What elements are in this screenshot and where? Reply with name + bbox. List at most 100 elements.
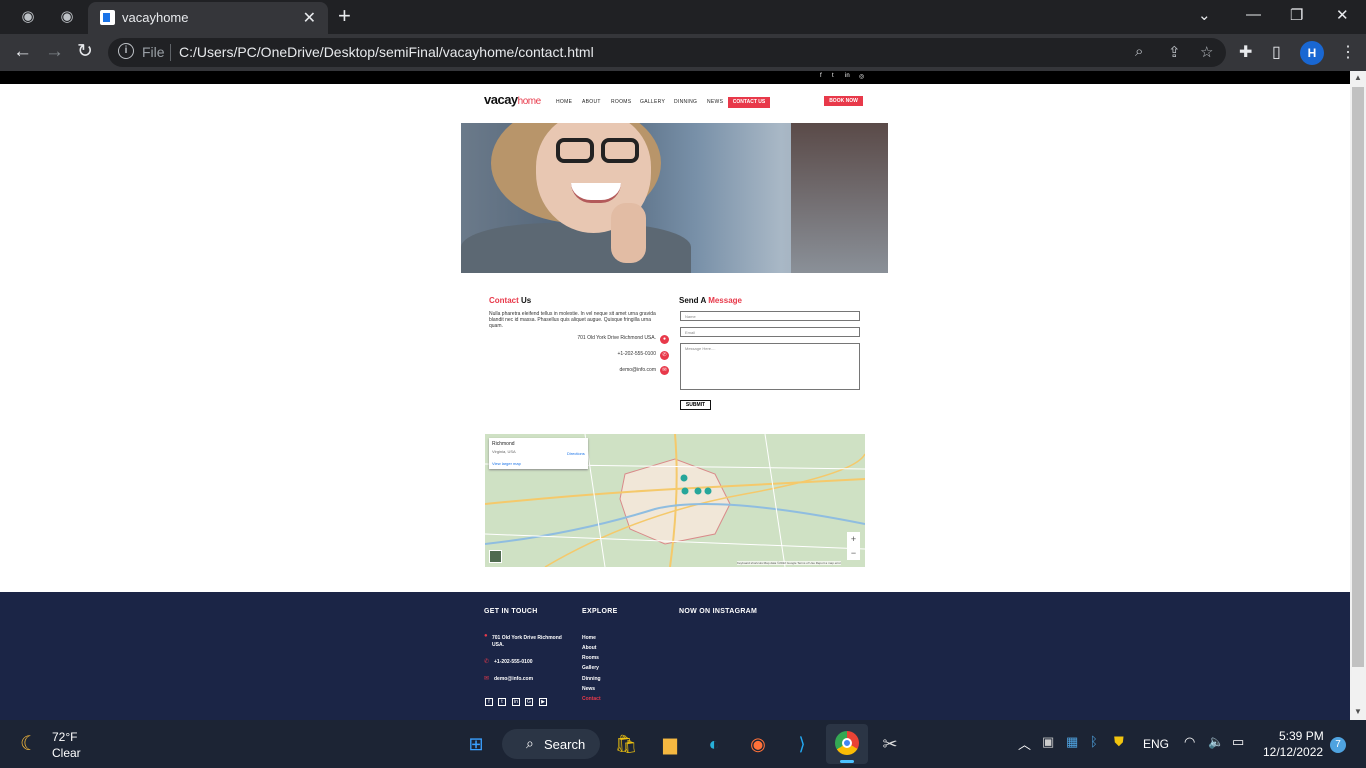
nav-news[interactable]: NEWS [707, 99, 723, 105]
battery-icon[interactable]: ▭ [1232, 734, 1244, 750]
map-pin-icon: ● [660, 335, 669, 344]
scroll-up-icon[interactable]: ▲ [1354, 73, 1362, 82]
tray-app-icon[interactable]: ▣ [1042, 734, 1054, 750]
notification-badge[interactable]: 7 [1330, 737, 1346, 753]
chrome-taskbar-button[interactable] [826, 724, 868, 764]
footer-address: 701 Old York Drive Richmond USA. [492, 635, 562, 648]
edge-icon[interactable]: ◐ [701, 731, 727, 757]
map-place-card: Richmond Virginia, USA View larger map D… [489, 438, 588, 469]
minimize-icon[interactable]: — [1246, 6, 1261, 23]
nav-home[interactable]: HOME [556, 99, 572, 105]
side-panel-icon[interactable]: ▯ [1272, 42, 1281, 62]
site-logo[interactable]: vacayhome [484, 92, 541, 107]
embedded-map[interactable]: Richmond Virginia, USA View larger map D… [485, 434, 865, 567]
page-favicon-icon [100, 10, 115, 25]
zoom-icon[interactable]: ⌕ [1135, 43, 1143, 60]
zoom-out-icon[interactable]: − [847, 546, 860, 560]
moon-weather-icon[interactable]: ☾ [20, 731, 38, 756]
instagram-icon[interactable]: ◎ [859, 73, 864, 80]
windows-start-icon[interactable]: ⊞ [463, 731, 489, 757]
scrollbar-thumb[interactable] [1352, 87, 1364, 667]
reload-icon[interactable]: ↻ [77, 41, 93, 63]
twitter-icon[interactable]: t [832, 73, 834, 79]
profile-avatar[interactable]: H [1300, 41, 1324, 65]
footer-link-dinning[interactable]: Dinning [582, 676, 601, 682]
globe-icon[interactable]: ◉ [18, 7, 38, 27]
view-larger-map-link[interactable]: View larger map [492, 461, 521, 466]
linkedin-icon[interactable]: in [845, 73, 850, 79]
map-attribution[interactable]: Keyboard shortcuts Map data ©2022 Google… [737, 561, 842, 565]
form-heading-rest: Send A [679, 296, 709, 305]
close-tab-icon[interactable]: ✕ [303, 8, 316, 28]
google-icon[interactable]: G [525, 698, 533, 706]
contact-heading-rest: Us [518, 296, 532, 305]
footer-link-gallery[interactable]: Gallery [582, 665, 599, 671]
clock-time[interactable]: 5:39 PM [1279, 729, 1324, 743]
satellite-toggle[interactable] [489, 550, 502, 563]
footer-link-home[interactable]: Home [582, 635, 596, 641]
snipping-tool-icon[interactable]: ✂ [877, 731, 903, 757]
footer-link-rooms[interactable]: Rooms [582, 655, 599, 661]
name-field[interactable]: Name [680, 311, 860, 321]
extensions-icon[interactable]: ✚ [1239, 42, 1252, 62]
facebook-icon[interactable]: f [820, 73, 822, 79]
menu-icon[interactable]: ⋮ [1340, 42, 1356, 62]
book-now-button[interactable]: BOOK NOW [824, 96, 863, 106]
nav-gallery[interactable]: GALLERY [640, 99, 665, 105]
firefox-icon[interactable]: ◉ [745, 731, 771, 757]
twitter-icon[interactable]: t [498, 698, 506, 706]
nav-dinning[interactable]: DINNING [674, 99, 697, 105]
vscode-icon[interactable]: ⟩ [789, 731, 815, 757]
file-explorer-icon[interactable]: ▆ [657, 731, 683, 757]
taskbar-search[interactable]: ⌕ Search [502, 729, 600, 759]
back-icon[interactable]: ← [13, 41, 32, 63]
clock-date[interactable]: 12/12/2022 [1263, 745, 1323, 759]
wifi-icon[interactable]: ◠ [1184, 734, 1195, 750]
weather-condition[interactable]: Clear [52, 746, 81, 760]
footer-link-about[interactable]: About [582, 645, 596, 651]
footer-explore-heading: EXPLORE [582, 608, 618, 615]
bookmark-star-icon[interactable]: ☆ [1200, 43, 1213, 61]
contact-heading: Contact Us [489, 296, 531, 305]
restore-icon[interactable]: ❐ [1290, 6, 1303, 24]
contact-heading-accent: Contact [489, 296, 519, 305]
close-window-icon[interactable]: ✕ [1336, 6, 1349, 24]
chevron-down-icon[interactable]: ⌄ [1198, 6, 1211, 24]
tray-network-app-icon[interactable]: ▦ [1066, 734, 1078, 750]
chevron-up-icon[interactable]: ︿ [1018, 734, 1031, 753]
info-icon[interactable]: i [118, 43, 134, 59]
tab-vacayhome[interactable]: vacayhome ✕ [88, 2, 328, 34]
submit-button[interactable]: SUBMIT [680, 400, 711, 410]
volume-icon[interactable]: 🔈 [1208, 734, 1224, 750]
forward-icon[interactable]: → [45, 41, 64, 63]
tab-title: vacayhome [122, 10, 189, 25]
logo-accent: home [517, 96, 542, 107]
zoom-in-icon[interactable]: + [847, 532, 860, 546]
footer-email: demo@info.com [494, 676, 534, 682]
map-pin-icon: ● [484, 633, 488, 639]
security-icon[interactable]: ⛊ [1114, 734, 1124, 750]
bluetooth-icon[interactable]: ᛒ [1090, 734, 1098, 749]
linkedin-icon[interactable]: in [512, 698, 520, 706]
store-icon[interactable]: 🛍 [613, 731, 639, 757]
address-bar[interactable]: i File C:/Users/PC/OneDrive/Desktop/semi… [108, 38, 1226, 67]
directions-link[interactable]: Directions [567, 451, 585, 456]
globe-icon[interactable]: ◉ [57, 7, 77, 27]
new-tab-icon[interactable]: + [338, 3, 351, 29]
message-field[interactable]: Message Here.... [680, 343, 860, 390]
share-icon[interactable]: ⇪ [1168, 43, 1181, 61]
email-field[interactable]: Email [680, 327, 860, 337]
nav-rooms[interactable]: ROOMS [611, 99, 631, 105]
page-scrollbar[interactable]: ▲ ▼ [1350, 71, 1366, 720]
url-text[interactable]: C:/Users/PC/OneDrive/Desktop/semiFinal/v… [179, 44, 594, 60]
nav-about[interactable]: ABOUT [582, 99, 601, 105]
weather-temperature[interactable]: 72°F [52, 730, 77, 744]
language-indicator[interactable]: ENG [1143, 737, 1169, 751]
scroll-down-icon[interactable]: ▼ [1354, 707, 1362, 716]
nav-contact-us[interactable]: CONTACT US [728, 97, 770, 108]
facebook-icon[interactable]: f [485, 698, 493, 706]
map-zoom-control[interactable]: + − [847, 532, 860, 560]
footer-link-news[interactable]: News [582, 686, 595, 692]
footer-link-contact[interactable]: Contact [582, 696, 601, 702]
youtube-icon[interactable]: ▶ [539, 698, 547, 706]
